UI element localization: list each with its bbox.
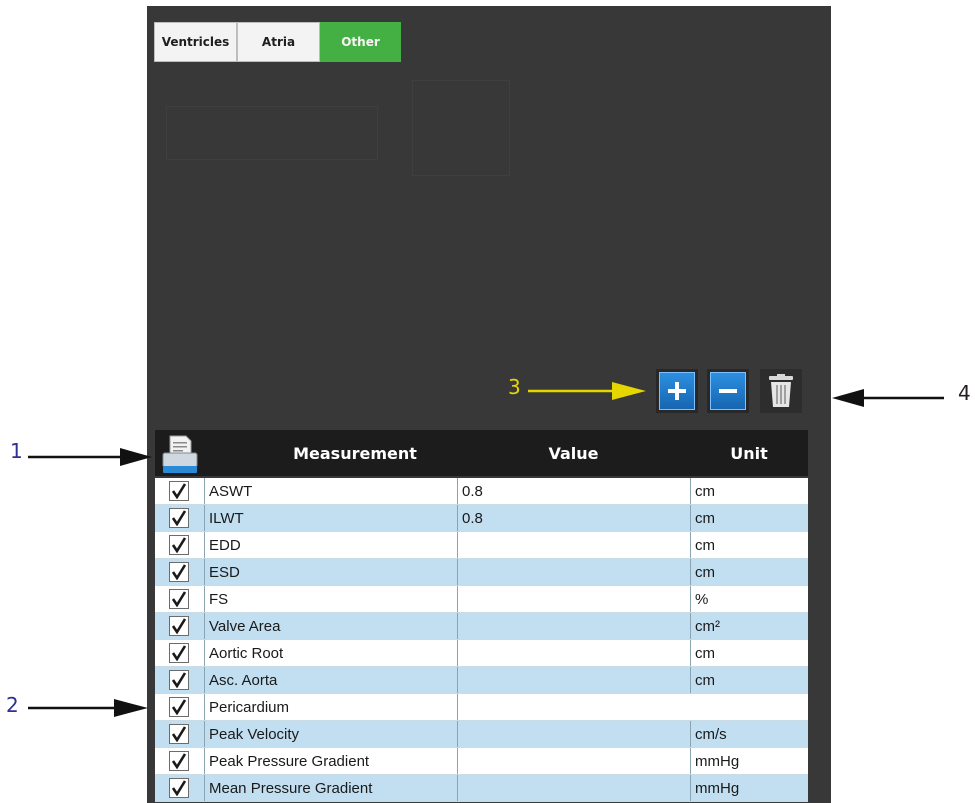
measurement-value[interactable] (457, 559, 690, 585)
tab-other[interactable]: Other (320, 22, 401, 62)
measurement-unit: cm (690, 505, 808, 531)
measurement-name: ASWT (204, 478, 457, 504)
measurement-value[interactable] (457, 775, 690, 801)
measurement-name: ILWT (204, 505, 457, 531)
measurement-unit: cm (690, 532, 808, 558)
checkmark-icon (171, 780, 187, 796)
measurement-name: ESD (204, 559, 457, 585)
measurement-unit: mmHg (690, 748, 808, 774)
tab-atria[interactable]: Atria (237, 22, 320, 62)
include-checkbox[interactable] (169, 670, 189, 690)
measurement-value[interactable]: 0.8 (457, 505, 690, 531)
measurement-value[interactable] (457, 748, 690, 774)
table-row[interactable]: Aortic Root cm (155, 640, 808, 667)
checkmark-icon (171, 537, 187, 553)
callout-label-2: 2 (6, 693, 19, 717)
measurement-unit: cm (690, 559, 808, 585)
table-row[interactable]: ESD cm (155, 559, 808, 586)
plus-icon (668, 382, 686, 400)
measurement-name: Peak Pressure Gradient (204, 748, 457, 774)
measurement-value[interactable] (457, 532, 690, 558)
include-checkbox[interactable] (169, 697, 189, 717)
measurement-unit: % (690, 586, 808, 612)
measurement-name: Asc. Aorta (204, 667, 457, 693)
table-row[interactable]: Mean Pressure Gradient mmHg (155, 775, 808, 802)
minus-icon (719, 389, 737, 393)
remove-measurement-button[interactable] (707, 369, 749, 413)
checkmark-icon (171, 483, 187, 499)
measurement-unit: cm/s (690, 721, 808, 747)
table-row[interactable]: EDD cm (155, 532, 808, 559)
callout-label-3: 3 (508, 375, 521, 399)
include-checkbox[interactable] (169, 535, 189, 555)
callout-label-1: 1 (10, 439, 23, 463)
measurement-unit: cm (690, 667, 808, 693)
measurement-name: Pericardium (204, 694, 457, 720)
measurement-value[interactable]: 0.8 (457, 478, 690, 504)
add-measurement-button[interactable] (656, 369, 698, 413)
include-checkbox[interactable] (169, 643, 189, 663)
delete-measurements-button[interactable] (760, 369, 802, 413)
measurement-value[interactable] (457, 640, 690, 666)
checkmark-icon (171, 726, 187, 742)
measurement-unit: cm (690, 640, 808, 666)
checkmark-icon (171, 591, 187, 607)
measurement-value[interactable] (457, 586, 690, 612)
measurement-name: Mean Pressure Gradient (204, 775, 457, 801)
callout-label-4: 4 (958, 381, 971, 405)
measurement-value[interactable] (457, 667, 690, 693)
tab-ventricles[interactable]: Ventricles (154, 22, 237, 62)
include-checkbox[interactable] (169, 724, 189, 744)
measurement-value[interactable] (457, 694, 808, 720)
measurement-name: Aortic Root (204, 640, 457, 666)
include-checkbox[interactable] (169, 481, 189, 501)
print-report-icon[interactable] (159, 433, 201, 475)
measurement-name: FS (204, 586, 457, 612)
measurement-value[interactable] (457, 613, 690, 639)
measurement-name: EDD (204, 532, 457, 558)
background-artifact (412, 80, 510, 176)
table-row[interactable]: Pericardium (155, 694, 808, 721)
include-checkbox[interactable] (169, 616, 189, 636)
column-header-unit: Unit (730, 443, 768, 463)
table-row[interactable]: ASWT 0.8 cm (155, 478, 808, 505)
measurement-unit: cm² (690, 613, 808, 639)
checkmark-icon (171, 645, 187, 661)
measurement-name: Peak Velocity (204, 721, 457, 747)
callout-arrow-1 (28, 448, 152, 466)
checkmark-icon (171, 699, 187, 715)
include-checkbox[interactable] (169, 508, 189, 528)
measurement-table-body: ASWT 0.8 cm ILWT 0.8 cm EDD cm ESD cm FS… (155, 478, 808, 802)
table-row[interactable]: Peak Pressure Gradient mmHg (155, 748, 808, 775)
callout-arrow-2 (28, 699, 148, 717)
trash-icon (769, 374, 793, 407)
measurement-unit: mmHg (690, 775, 808, 801)
category-tabs: Ventricles Atria Other (154, 22, 401, 62)
checkmark-icon (171, 672, 187, 688)
background-artifact (166, 106, 378, 160)
measurement-table-header: Measurement Value Unit (155, 430, 808, 476)
measurement-name: Valve Area (204, 613, 457, 639)
measurement-unit: cm (690, 478, 808, 504)
checkmark-icon (171, 618, 187, 634)
table-row[interactable]: Valve Area cm² (155, 613, 808, 640)
include-checkbox[interactable] (169, 751, 189, 771)
include-checkbox[interactable] (169, 562, 189, 582)
callout-arrow-3 (528, 382, 646, 400)
checkmark-icon (171, 510, 187, 526)
checkmark-icon (171, 564, 187, 580)
table-row[interactable]: FS % (155, 586, 808, 613)
measurement-value[interactable] (457, 721, 690, 747)
include-checkbox[interactable] (169, 589, 189, 609)
table-row[interactable]: Peak Velocity cm/s (155, 721, 808, 748)
column-header-value: Value (548, 443, 599, 463)
checkmark-icon (171, 753, 187, 769)
include-checkbox[interactable] (169, 778, 189, 798)
table-row[interactable]: ILWT 0.8 cm (155, 505, 808, 532)
callout-arrow-4 (832, 389, 944, 407)
table-row[interactable]: Asc. Aorta cm (155, 667, 808, 694)
